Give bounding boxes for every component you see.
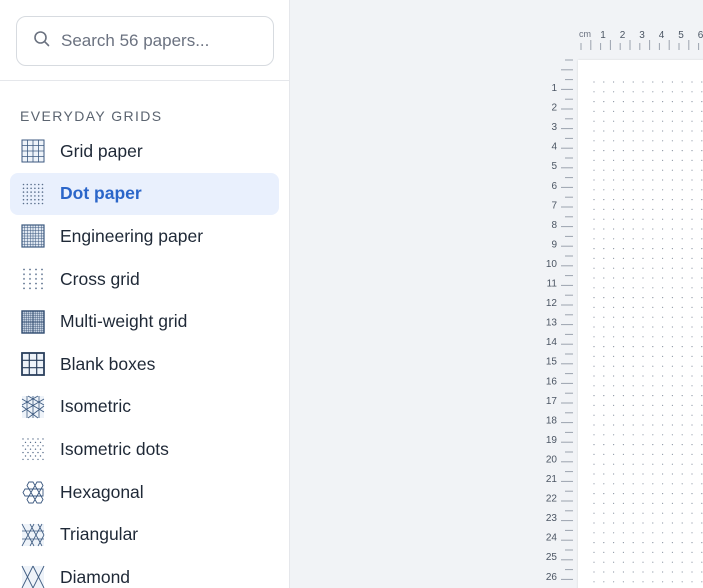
- ruler-number: 3: [551, 122, 557, 133]
- ruler-number: 25: [546, 552, 558, 563]
- grid-icon: [20, 138, 46, 164]
- sidebar-item-label: Dot paper: [60, 183, 142, 204]
- sidebar-item-isometric[interactable]: Isometric: [10, 386, 279, 429]
- ruler-number: 22: [546, 494, 558, 505]
- ruler-number: 17: [546, 396, 558, 407]
- sidebar-item-label: Hexagonal: [60, 481, 144, 502]
- sidebar-item-blank-boxes[interactable]: Blank boxes: [10, 343, 279, 386]
- ruler-number: 8: [551, 220, 557, 231]
- sidebar: EVERYDAY GRIDS Grid paper Dot paper Engi…: [0, 0, 290, 588]
- ruler-number: 20: [546, 454, 558, 465]
- sidebar-item-multi-weight-grid[interactable]: Multi-weight grid: [10, 300, 279, 343]
- paper-list: Grid paper Dot paper Engineering paper C…: [10, 130, 279, 588]
- sidebar-item-label: Blank boxes: [60, 353, 156, 374]
- sidebar-item-cross-grid[interactable]: Cross grid: [10, 258, 279, 301]
- sidebar-item-label: Isometric: [60, 396, 131, 417]
- ruler-number: 9: [551, 239, 557, 250]
- search-container: [0, 0, 289, 81]
- blank-boxes-icon: [20, 351, 46, 377]
- search-icon: [33, 30, 51, 53]
- ruler-number: 11: [547, 279, 558, 290]
- ruler-unit-label: cm: [579, 29, 591, 39]
- sidebar-item-label: Grid paper: [60, 140, 143, 161]
- ruler-number: 1: [551, 83, 557, 94]
- engineering-grid-icon: [20, 223, 46, 249]
- ruler-number: 23: [546, 513, 558, 524]
- ruler-number: 6: [551, 181, 557, 192]
- ruler-number: 5: [678, 30, 684, 41]
- paper-preview: [578, 60, 703, 588]
- ruler-number: 12: [546, 298, 558, 309]
- ruler-number: 21: [546, 474, 558, 485]
- ruler-number: 6: [698, 30, 703, 41]
- sidebar-item-isometric-dots[interactable]: Isometric dots: [10, 428, 279, 471]
- sidebar-item-label: Cross grid: [60, 268, 140, 289]
- sidebar-item-engineering-paper[interactable]: Engineering paper: [10, 215, 279, 258]
- ruler-number: 2: [551, 103, 557, 114]
- ruler-number: 5: [551, 161, 557, 172]
- sidebar-item-dot-paper[interactable]: Dot paper: [10, 172, 279, 216]
- ruler-number: 24: [546, 533, 558, 544]
- search-input[interactable]: [61, 31, 261, 51]
- sidebar-item-label: Engineering paper: [60, 225, 204, 246]
- sidebar-item-grid-paper[interactable]: Grid paper: [10, 130, 279, 173]
- ruler-number: 14: [546, 337, 558, 348]
- isometric-dots-icon: [20, 436, 46, 462]
- ruler-number: 26: [546, 572, 558, 583]
- sidebar-item-triangular[interactable]: Triangular: [10, 513, 279, 556]
- ruler-number: 4: [659, 30, 665, 41]
- ruler-number: 1: [600, 30, 606, 41]
- ruler-number: 3: [639, 30, 645, 41]
- sidebar-item-label: Diamond: [60, 566, 131, 587]
- ruler-number: 16: [546, 376, 558, 387]
- ruler-number: 10: [546, 259, 558, 270]
- ruler-number: 4: [551, 142, 557, 153]
- ruler-number: 19: [546, 435, 558, 446]
- multi-weight-grid-icon: [20, 309, 46, 335]
- sidebar-item-label: Triangular: [60, 524, 139, 545]
- triangle-grid-icon: [20, 522, 46, 548]
- sidebar-item-diamond[interactable]: Diamond: [10, 556, 279, 588]
- hexagon-icon: [20, 479, 46, 505]
- ruler-number: 7: [551, 200, 557, 211]
- sidebar-item-hexagonal[interactable]: Hexagonal: [10, 471, 279, 514]
- sidebar-item-label: Isometric dots: [60, 438, 169, 459]
- cross-grid-icon: [20, 266, 46, 292]
- ruler-number: 18: [546, 415, 558, 426]
- vertical-ruler: 1234567891011121314151617181920212223242…: [546, 59, 573, 583]
- sidebar-item-label: Multi-weight grid: [60, 311, 188, 332]
- dot-grid-icon: [20, 181, 46, 207]
- preview-area: cm 1 2 3 4 5 6 1 2 3 4 5 6 7 8 9 10 11 12 13 14 15 16 17 18 19 20…: [291, 0, 703, 588]
- isometric-icon: [20, 394, 46, 420]
- ruler-number: 2: [620, 30, 626, 41]
- ruler-number: 13: [546, 318, 558, 329]
- diamond-grid-icon: [20, 564, 46, 588]
- ruler-number: 15: [546, 357, 558, 368]
- section-title: EVERYDAY GRIDS: [20, 108, 163, 124]
- horizontal-ruler: cm 1 2 3 4 5 6: [579, 29, 703, 50]
- search-box[interactable]: [16, 16, 274, 66]
